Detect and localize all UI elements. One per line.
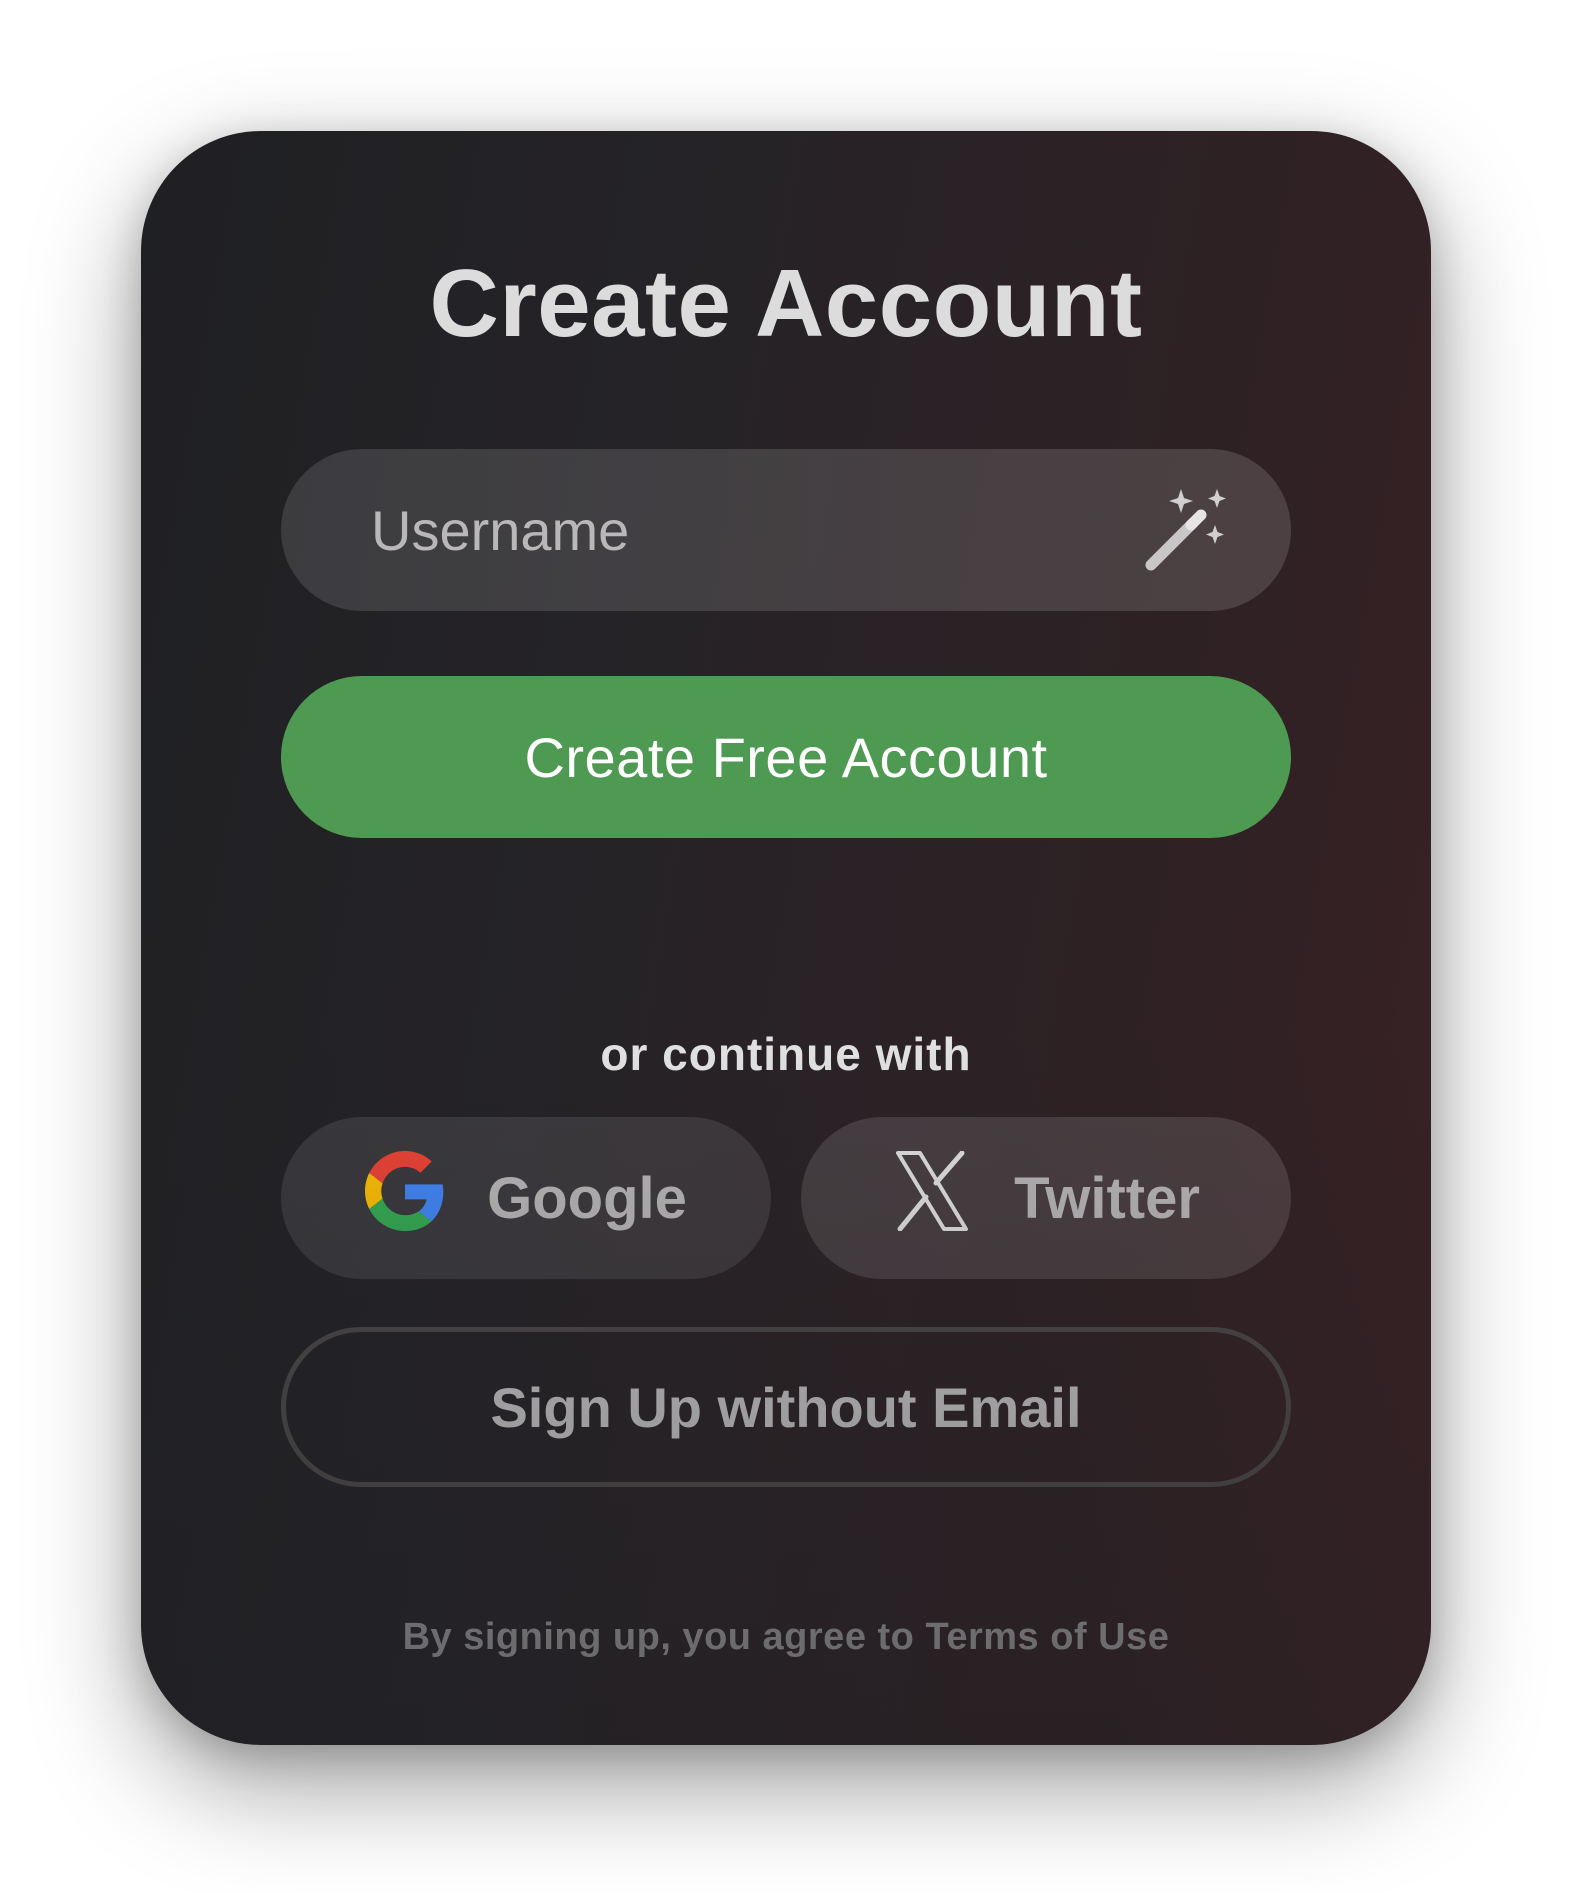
twitter-label: Twitter bbox=[1014, 1165, 1200, 1231]
terms-prefix: By signing up, you agree to bbox=[402, 1616, 926, 1658]
twitter-signin-button[interactable]: Twitter bbox=[801, 1117, 1291, 1279]
x-logo-icon bbox=[892, 1150, 972, 1245]
google-icon bbox=[365, 1151, 445, 1245]
create-free-account-button[interactable]: Create Free Account bbox=[281, 676, 1291, 838]
username-field[interactable] bbox=[281, 449, 1291, 611]
username-input[interactable] bbox=[371, 449, 1121, 611]
google-signin-button[interactable]: Google bbox=[281, 1117, 771, 1279]
sign-up-without-email-button[interactable]: Sign Up without Email bbox=[281, 1327, 1291, 1487]
terms-of-use-link[interactable]: Terms of Use bbox=[925, 1616, 1169, 1658]
google-label: Google bbox=[487, 1165, 687, 1231]
divider-text: or continue with bbox=[600, 1028, 972, 1080]
magic-wand-icon[interactable] bbox=[1141, 485, 1231, 575]
signup-card: Create Account Create Free Account or co… bbox=[141, 131, 1431, 1745]
page-title: Create Account bbox=[429, 250, 1143, 357]
terms-notice: By signing up, you agree to Terms of Use bbox=[141, 1616, 1431, 1659]
